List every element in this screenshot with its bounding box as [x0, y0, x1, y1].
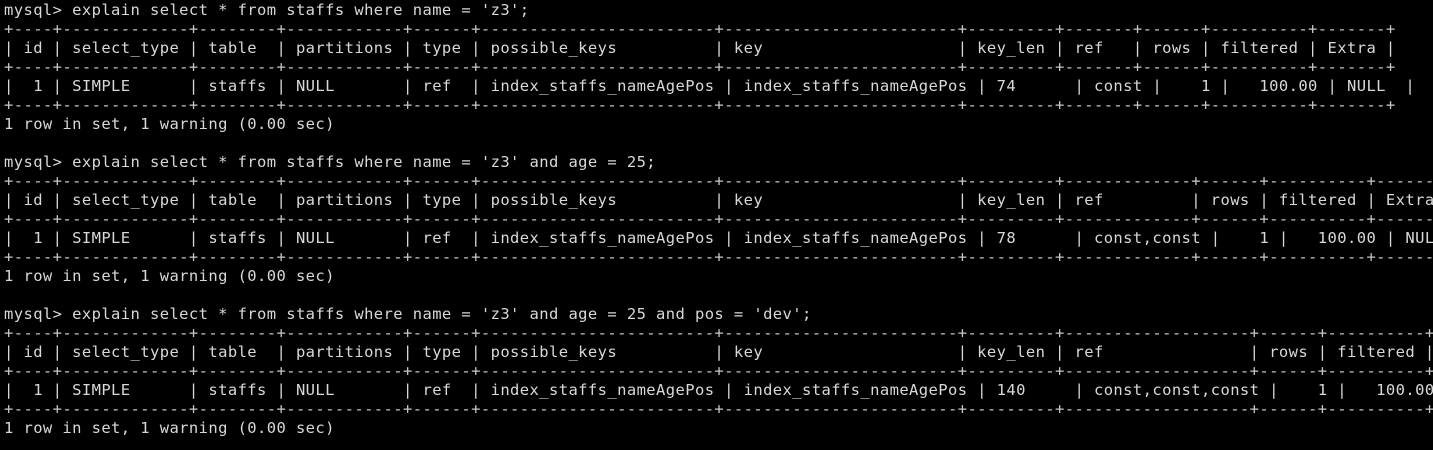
query-1-prompt: mysql> explain select * from staffs wher… — [4, 1, 530, 19]
query-2-prompt: mysql> explain select * from staffs wher… — [4, 153, 657, 171]
query-3-result-summary: 1 row in set, 1 warning (0.00 sec) — [4, 419, 335, 437]
query-1-table-row: | 1 | SIMPLE | staffs | NULL | ref | ind… — [4, 77, 1416, 95]
query-3-table-border-top: +----+-------------+--------+-----------… — [4, 324, 1433, 342]
query-1-result-summary: 1 row in set, 1 warning (0.00 sec) — [4, 115, 335, 133]
query-3-table-border-mid: +----+-------------+--------+-----------… — [4, 362, 1433, 380]
query-2-table-border-top: +----+-------------+--------+-----------… — [4, 172, 1433, 190]
query-2-table-header: | id | select_type | table | partitions … — [4, 191, 1433, 209]
query-1-table-header: | id | select_type | table | partitions … — [4, 39, 1396, 57]
query-2-table-border-bottom: +----+-------------+--------+-----------… — [4, 248, 1433, 266]
query-1-table-border-bottom: +----+-------------+--------+-----------… — [4, 96, 1396, 114]
query-2-table-border-mid: +----+-------------+--------+-----------… — [4, 210, 1433, 228]
terminal-window[interactable]: mysql> explain select * from staffs wher… — [0, 0, 1433, 450]
query-1-table-border-mid: +----+-------------+--------+-----------… — [4, 58, 1396, 76]
query-2-table-row: | 1 | SIMPLE | staffs | NULL | ref | ind… — [4, 229, 1433, 247]
query-2-result-summary: 1 row in set, 1 warning (0.00 sec) — [4, 267, 335, 285]
query-1-table-border-top: +----+-------------+--------+-----------… — [4, 20, 1396, 38]
query-3-table-border-bottom: +----+-------------+--------+-----------… — [4, 400, 1433, 418]
query-3-table-header: | id | select_type | table | partitions … — [4, 343, 1433, 361]
query-3-prompt: mysql> explain select * from staffs wher… — [4, 305, 812, 323]
query-3-table-row: | 1 | SIMPLE | staffs | NULL | ref | ind… — [4, 381, 1433, 399]
